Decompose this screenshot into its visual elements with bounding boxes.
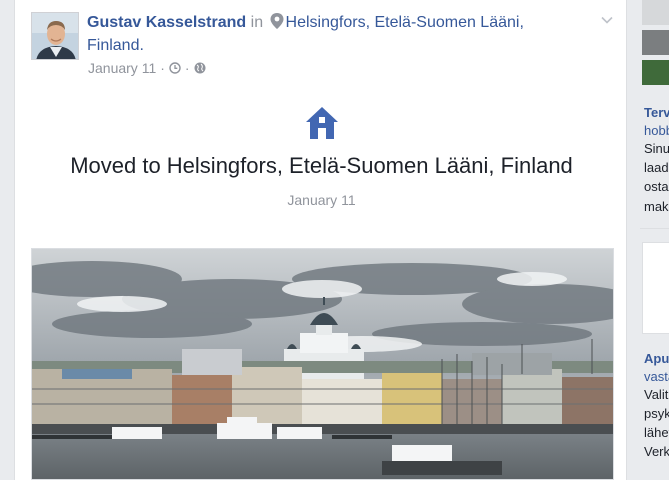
ad-title[interactable]: Apu [644, 350, 669, 368]
life-event-date: January 11 [287, 192, 356, 208]
ad-text-line: ostar [644, 179, 669, 194]
post-date-link[interactable]: January 11 [88, 60, 156, 76]
feed-post-card: Gustav Kasselstrand in Helsingfors, Etel… [14, 0, 627, 480]
ad-text-line: lähet [644, 425, 669, 440]
sidebar-divider [640, 228, 669, 229]
ad-link[interactable]: vasta [644, 368, 669, 386]
right-sidebar: Terv hobb Sinu laadi ostar maks Apu vast… [640, 0, 669, 480]
life-event-title: Moved to Helsingfors, Etelä-Suomen Lääni… [70, 153, 573, 178]
chevron-down-icon[interactable] [599, 12, 615, 28]
sidebar-thumbnail[interactable] [642, 30, 669, 55]
map-pin-icon [270, 13, 284, 29]
post-header: Gustav Kasselstrand in Helsingfors, Etel… [87, 11, 577, 57]
post-photo[interactable] [31, 248, 614, 480]
meta-separator: · [184, 60, 190, 76]
ad-text-line: maks [644, 199, 669, 214]
clock-icon [169, 62, 181, 74]
ad-text-line: Valit [644, 387, 669, 402]
post-meta: January 11 · · [88, 60, 206, 76]
ad-text-line: psyk [644, 406, 669, 421]
ad-text-line: Verk [644, 444, 669, 459]
ad-title[interactable]: Terv [644, 104, 669, 122]
globe-icon[interactable] [194, 62, 206, 74]
house-icon [306, 107, 338, 139]
author-name-link[interactable]: Gustav Kasselstrand [87, 14, 246, 31]
ad-image[interactable] [642, 242, 669, 334]
ad-link[interactable]: hobb [644, 122, 669, 140]
connector-text: in [250, 14, 264, 31]
ad-text-line: laadi [644, 160, 669, 175]
ad-text-line: Sinu [644, 141, 669, 156]
meta-separator: · [160, 60, 165, 76]
sidebar-thumbnail[interactable] [642, 60, 669, 85]
author-avatar[interactable] [31, 12, 79, 60]
sidebar-thumbnail[interactable] [642, 0, 669, 25]
